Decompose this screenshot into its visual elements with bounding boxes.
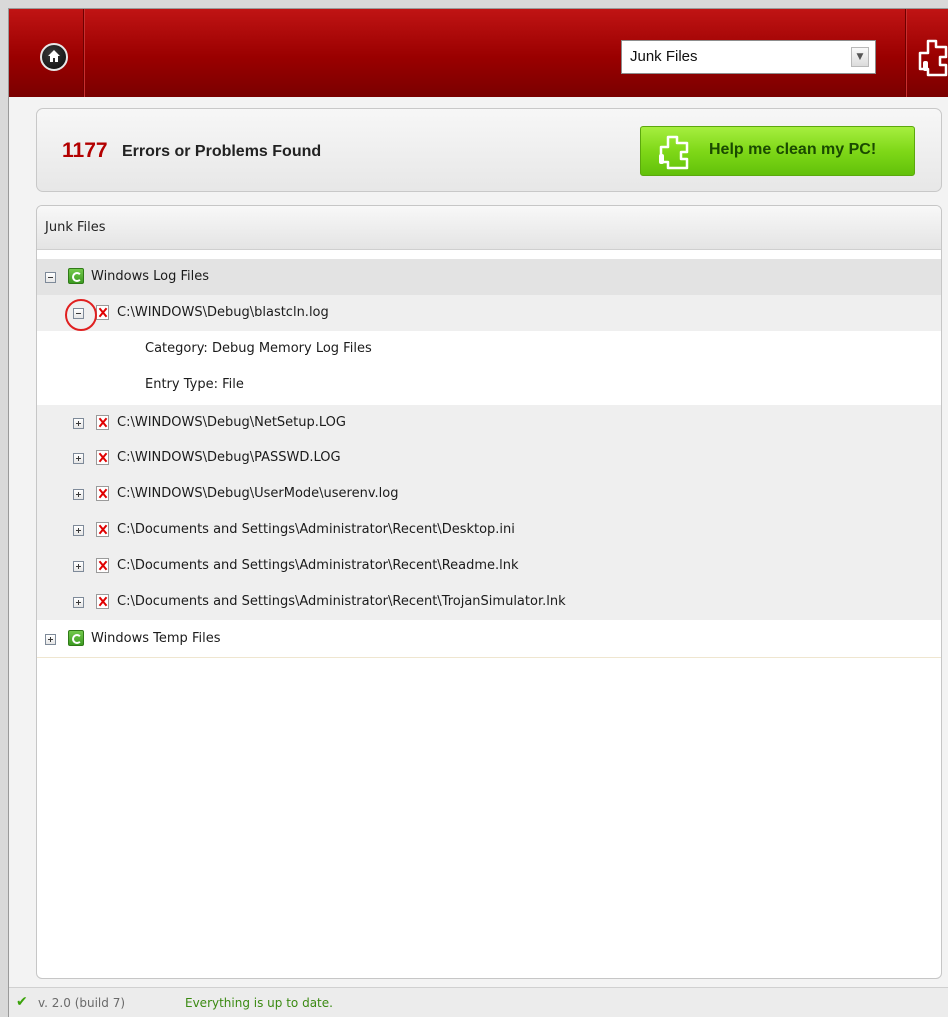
tree-item-path: C:\WINDOWS\Debug\UserMode\userenv.log: [117, 486, 399, 501]
tree-item-path: C:\WINDOWS\Debug\blastcln.log: [117, 305, 329, 320]
header-divider-right: [905, 9, 906, 97]
home-button[interactable]: [40, 43, 68, 71]
red-x-file-icon: [96, 450, 109, 465]
expand-icon[interactable]: [45, 634, 56, 645]
expand-icon[interactable]: [73, 525, 84, 536]
collapse-icon[interactable]: [45, 272, 56, 283]
red-x-file-icon: [96, 305, 109, 320]
tree-group-label: Windows Temp Files: [91, 631, 221, 646]
tree-item-detail-entry-type: Entry Type: File: [37, 367, 941, 403]
tree-item[interactable]: C:\WINDOWS\Debug\PASSWD.LOG: [37, 440, 941, 476]
red-x-file-icon: [96, 558, 109, 573]
error-summary-text: Errors or Problems Found: [122, 143, 322, 160]
highlight-circle: [65, 299, 97, 331]
tree-item-path: C:\Documents and Settings\Administrator\…: [117, 558, 519, 573]
tree-item-path: C:\WINDOWS\Debug\PASSWD.LOG: [117, 450, 341, 465]
error-count: 1177: [62, 139, 108, 162]
red-x-file-icon: [96, 486, 109, 501]
header-bar: Junk Files ▼: [9, 9, 948, 97]
red-x-file-icon: [96, 594, 109, 609]
update-status: Everything is up to date.: [185, 996, 333, 1010]
detail-entry-type: Entry Type: File: [145, 377, 244, 392]
tree-group-label: Windows Log Files: [91, 269, 210, 284]
expand-icon[interactable]: [73, 489, 84, 500]
tree-separator: [37, 657, 941, 658]
scan-summary-panel: 1177 Errors or Problems Found Help me cl…: [36, 108, 942, 192]
tree-item[interactable]: C:\Documents and Settings\Administrator\…: [37, 512, 941, 548]
clean-pc-button[interactable]: Help me clean my PC!: [640, 126, 915, 176]
tree-item-path: C:\Documents and Settings\Administrator\…: [117, 594, 566, 609]
status-bar: ✔ v. 2.0 (build 7) Everything is up to d…: [9, 987, 948, 1017]
recycle-icon: [68, 268, 84, 284]
red-x-file-icon: [96, 415, 109, 430]
chevron-down-icon[interactable]: ▼: [851, 47, 869, 67]
expand-icon[interactable]: [73, 561, 84, 572]
tree-header-label: Junk Files: [45, 220, 106, 235]
recycle-icon: [68, 630, 84, 646]
expand-icon[interactable]: [73, 597, 84, 608]
category-select[interactable]: Junk Files ▼: [621, 40, 876, 74]
junk-files-tree: Junk Files Windows Log Files C:\WINDOWS\…: [36, 205, 942, 979]
version-label: v. 2.0 (build 7): [38, 996, 126, 1010]
puzzle-icon: [659, 135, 689, 170]
tree-item-expanded[interactable]: C:\WINDOWS\Debug\blastcln.log: [37, 295, 941, 331]
red-x-file-icon: [96, 522, 109, 537]
detail-category: Category: Debug Memory Log Files: [145, 341, 372, 356]
puzzle-icon[interactable]: [914, 37, 948, 77]
tree-item[interactable]: C:\WINDOWS\Debug\NetSetup.LOG: [37, 405, 941, 441]
header-divider: [83, 9, 84, 97]
tree-item-detail-category: Category: Debug Memory Log Files: [37, 331, 941, 367]
checkmark-icon: ✔: [16, 994, 28, 1010]
expand-icon[interactable]: [73, 453, 84, 464]
tree-group-temp-files[interactable]: Windows Temp Files: [37, 621, 941, 657]
app-window: Junk Files ▼ 1177 Errors or Problems Fou…: [8, 8, 948, 1017]
tree-item[interactable]: C:\Documents and Settings\Administrator\…: [37, 548, 941, 584]
clean-pc-button-label: Help me clean my PC!: [709, 141, 877, 158]
tree-item[interactable]: C:\Documents and Settings\Administrator\…: [37, 584, 941, 620]
tree-item[interactable]: C:\WINDOWS\Debug\UserMode\userenv.log: [37, 476, 941, 512]
tree-item-path: C:\WINDOWS\Debug\NetSetup.LOG: [117, 415, 346, 430]
tree-header: Junk Files: [37, 206, 941, 250]
tree-item-path: C:\Documents and Settings\Administrator\…: [117, 522, 515, 537]
tree-group-log-files[interactable]: Windows Log Files: [37, 259, 941, 295]
expand-icon[interactable]: [73, 418, 84, 429]
home-icon: [48, 50, 60, 62]
category-select-value: Junk Files: [630, 48, 698, 65]
